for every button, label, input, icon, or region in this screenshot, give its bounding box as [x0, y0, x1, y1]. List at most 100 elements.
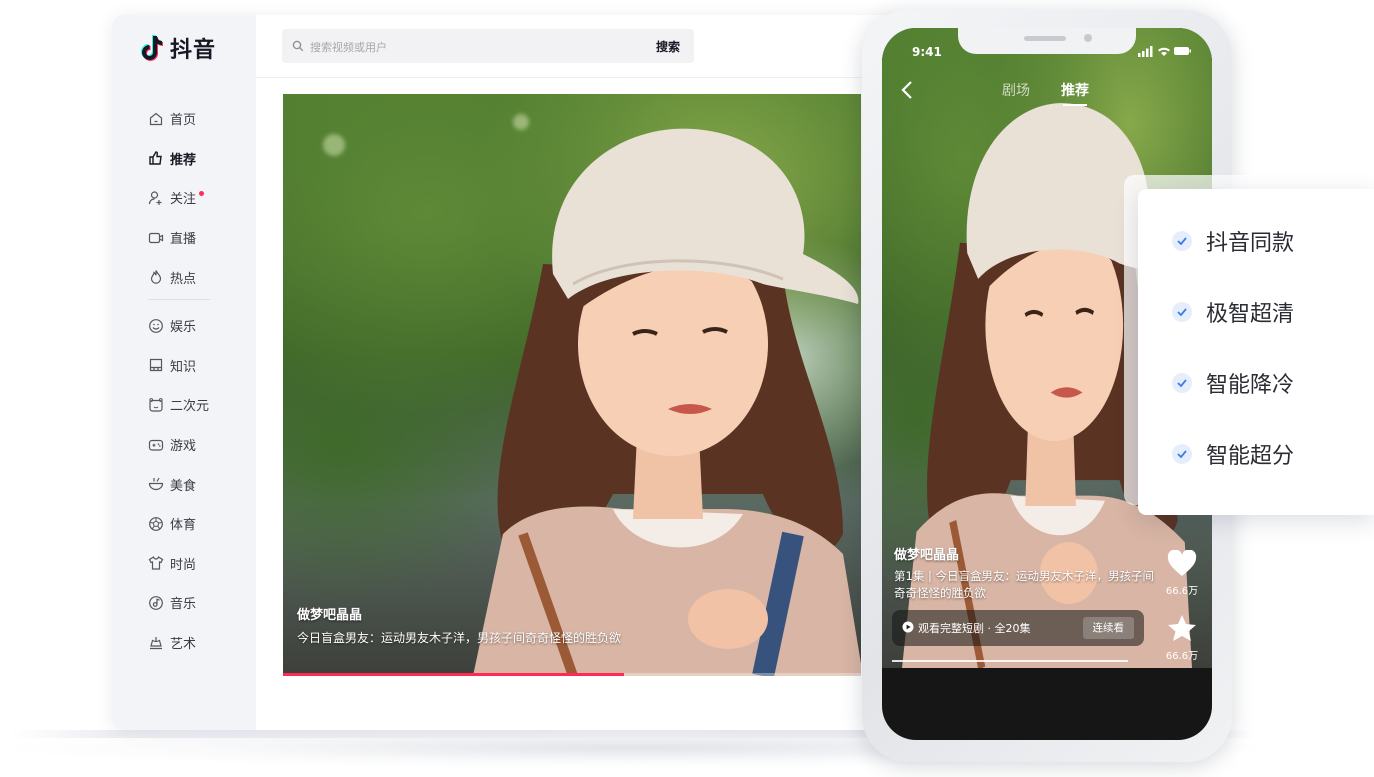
feature-label: 智能降冷 [1206, 373, 1295, 398]
sidebar-item-hot[interactable]: 热点 [148, 257, 210, 297]
sidebar-item-label: 直播 [170, 232, 197, 248]
flame-icon [150, 270, 162, 284]
feature-item: 极智超清 [1172, 296, 1294, 328]
sidebar-item-fashion[interactable]: 时尚 [148, 544, 210, 584]
sidebar-item-recommend[interactable]: 推荐 [148, 139, 210, 179]
feature-label: 抖音同款 [1206, 231, 1295, 256]
continue-watching-button[interactable]: 连续看 [1082, 617, 1134, 639]
douyin-logo-icon [141, 35, 163, 61]
sidebar-item-label: 二次元 [170, 399, 210, 415]
video-author[interactable]: 做梦吧晶晶 [297, 604, 621, 623]
follow-icon [148, 191, 162, 205]
sidebar-item-label: 首页 [170, 113, 197, 129]
check-icon [1172, 373, 1192, 393]
series-bar-text: 观看完整短剧 · 全20集 [918, 622, 1031, 635]
status-time: 9:41 [912, 45, 942, 59]
logo[interactable]: 抖音 [140, 32, 216, 64]
promo-stage: 抖音 首页 推荐 关注 直播 热点 娱乐 知识 二次元 游戏 美食 体育 时尚 … [0, 0, 1374, 777]
feature-item: 智能超分 [1172, 438, 1294, 470]
search-button[interactable]: 搜索 [656, 38, 680, 55]
home-icon [149, 112, 163, 125]
battery-icon [1174, 47, 1191, 55]
sidebar-item-label: 知识 [170, 359, 197, 375]
sidebar-item-label: 推荐 [170, 152, 197, 168]
music-icon [149, 596, 163, 610]
person-figure [473, 128, 861, 676]
signal-icon [1138, 46, 1153, 57]
sidebar-item-label: 游戏 [170, 439, 197, 455]
sidebar-item-knowledge[interactable]: 知识 [148, 346, 210, 386]
sidebar-item-anime[interactable]: 二次元 [148, 385, 210, 425]
tab-theater[interactable]: 剧场 [1002, 80, 1030, 100]
sidebar-item-label: 时尚 [170, 557, 197, 573]
phone-progress-bar[interactable] [892, 660, 1128, 662]
check-icon [1172, 444, 1192, 464]
notification-dot [199, 190, 205, 196]
gamepad-icon [148, 439, 164, 451]
food-bowl-icon [148, 477, 164, 491]
sidebar-item-follow[interactable]: 关注 [148, 178, 210, 218]
sidebar-divider [148, 298, 210, 300]
header-divider [256, 77, 902, 78]
video-caption: 做梦吧晶晶 今日盲盒男友：运动男友木子洋，男孩子间奇奇怪怪的胜负欲 [297, 604, 621, 646]
book-icon [149, 359, 163, 372]
favorite-count: 66.6万 [1165, 651, 1199, 662]
favorite-button[interactable]: 66.6万 [1162, 614, 1202, 662]
sidebar-item-label: 美食 [170, 478, 197, 494]
sidebar-item-sports[interactable]: 体育 [148, 504, 210, 544]
back-arrow-icon[interactable] [900, 80, 914, 100]
sidebar-item-label: 热点 [170, 271, 197, 287]
video-player[interactable]: 做梦吧晶晶 今日盲盒男友：运动男友木子洋，男孩子间奇奇怪怪的胜负欲 [283, 94, 861, 676]
bokeh [323, 134, 345, 156]
check-icon [1172, 231, 1192, 251]
sidebar-item-food[interactable]: 美食 [148, 464, 210, 504]
phone-video-author[interactable]: 做梦吧晶晶 [894, 544, 959, 563]
anime-icon [149, 398, 163, 412]
feature-card: 抖音同款 极智超清 智能降冷 智能超分 [1138, 189, 1374, 515]
sidebar-item-entertainment[interactable]: 娱乐 [148, 306, 210, 346]
phone-notch [958, 28, 1136, 54]
sidebar-item-games[interactable]: 游戏 [148, 425, 210, 465]
sidebar-item-label: 艺术 [170, 637, 197, 653]
sidebar-item-label: 关注 [170, 192, 197, 208]
sidebar-item-label: 体育 [170, 518, 197, 534]
ball-icon [149, 516, 163, 531]
feature-item: 抖音同款 [1172, 225, 1294, 257]
feature-item: 智能降冷 [1172, 367, 1294, 399]
star-icon [1168, 615, 1196, 641]
tab-recommend[interactable]: 推荐 [1061, 80, 1089, 100]
video-progress-fill [283, 673, 625, 676]
search-icon [292, 40, 304, 52]
feature-label: 智能超分 [1206, 444, 1295, 469]
shirt-icon [148, 556, 164, 570]
video-description: 今日盲盒男友：运动男友木子洋，男孩子间奇奇怪怪的胜负欲 [297, 631, 622, 645]
art-icon [150, 636, 162, 649]
phone-video-description: 第1集 | 今日盲盒男友：运动男友木子洋，男孩子间奇奇怪怪的胜负欲 [894, 569, 1154, 600]
front-camera [1084, 34, 1092, 42]
thumbs-up-icon [149, 151, 162, 166]
video-progress-bar[interactable] [283, 673, 861, 676]
web-window: 抖音 首页 推荐 关注 直播 热点 娱乐 知识 二次元 游戏 美食 体育 时尚 … [112, 15, 902, 730]
speaker [1024, 36, 1066, 41]
sidebar-item-home[interactable]: 首页 [148, 99, 210, 139]
tab-active-indicator [1063, 104, 1087, 106]
series-bar[interactable]: 观看完整短剧 · 全20集 连续看 [892, 610, 1144, 646]
sidebar-item-art[interactable]: 艺术 [148, 623, 210, 663]
status-icons [1138, 46, 1191, 57]
like-button[interactable]: 66.6万 [1162, 549, 1202, 597]
sidebar-item-live[interactable]: 直播 [148, 218, 210, 258]
feature-label: 极智超清 [1206, 302, 1295, 327]
search-bar: 搜索 [282, 29, 694, 65]
sidebar-item-music[interactable]: 音乐 [148, 583, 210, 623]
like-count: 66.6万 [1165, 586, 1199, 597]
smile-icon [149, 318, 163, 333]
check-icon [1172, 302, 1192, 322]
sidebar-nav: 首页 推荐 关注 直播 热点 娱乐 知识 二次元 游戏 美食 体育 时尚 音乐 … [148, 99, 210, 662]
play-circle-icon [902, 621, 914, 633]
search-input[interactable] [308, 29, 612, 65]
sidebar-item-label: 音乐 [170, 597, 197, 613]
logo-text: 抖音 [170, 38, 217, 63]
sidebar: 抖音 首页 推荐 关注 直播 热点 娱乐 知识 二次元 游戏 美食 体育 时尚 … [112, 15, 256, 730]
sidebar-item-label: 娱乐 [170, 320, 197, 336]
wifi-icon [1158, 47, 1170, 56]
